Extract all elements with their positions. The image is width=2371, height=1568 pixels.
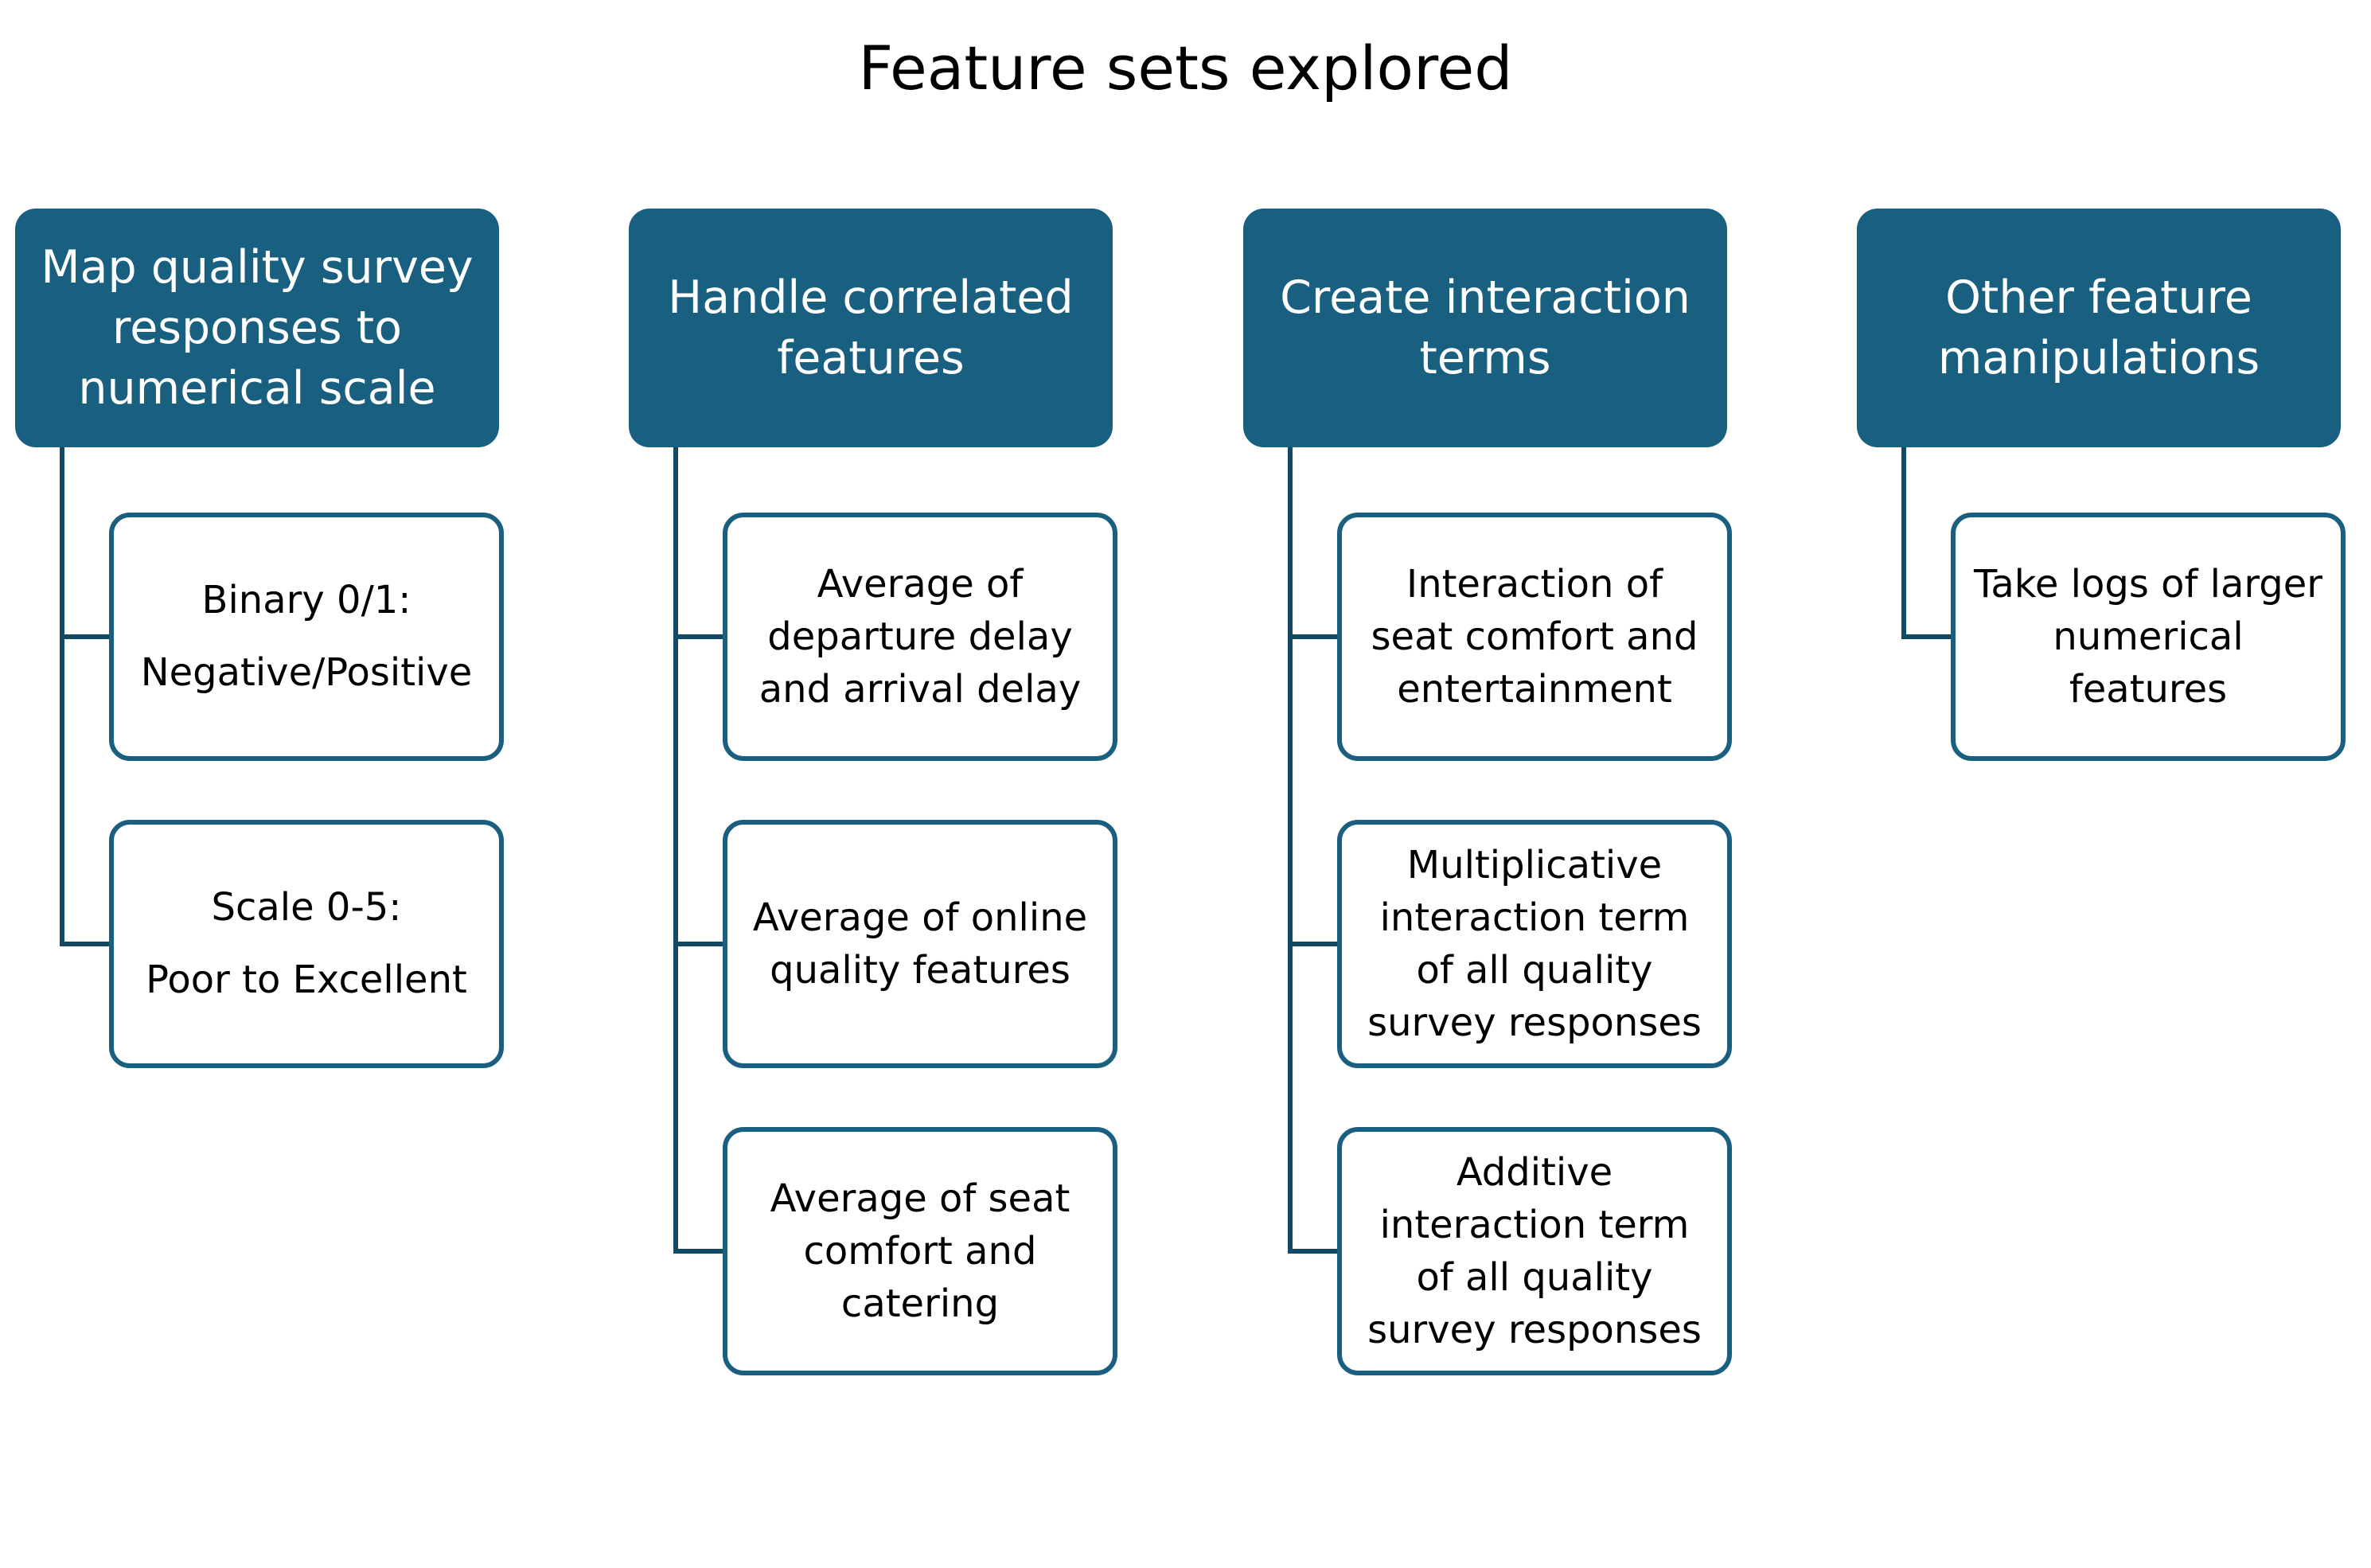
connector-trunk bbox=[1288, 447, 1293, 1254]
category-header: Other feature manipulations bbox=[1857, 209, 2341, 447]
feature-item-box: Average of seat comfort and catering bbox=[723, 1127, 1117, 1375]
feature-item-box: Take logs of larger numerical features bbox=[1951, 513, 2346, 761]
category-header: Create interaction terms bbox=[1243, 209, 1727, 447]
connector-trunk bbox=[1901, 447, 1906, 639]
connector-trunk bbox=[60, 447, 64, 946]
feature-item-box: Interaction of seat comfort and entertai… bbox=[1337, 513, 1732, 761]
connector-branch bbox=[673, 634, 723, 639]
connector-branch bbox=[60, 942, 109, 946]
connector-branch bbox=[1288, 634, 1337, 639]
category-header: Handle correlated features bbox=[629, 209, 1113, 447]
connector-branch bbox=[673, 942, 723, 946]
feature-item-box: Average of online quality features bbox=[723, 820, 1117, 1068]
feature-item-box: Binary 0/1: Negative/Positive bbox=[109, 513, 504, 761]
connector-trunk bbox=[673, 447, 678, 1254]
connector-branch bbox=[1901, 634, 1951, 639]
connector-branch bbox=[1288, 1249, 1337, 1254]
category-header: Map quality survey responses to numerica… bbox=[15, 209, 499, 447]
feature-item-box: Multiplicative interaction term of all q… bbox=[1337, 820, 1732, 1068]
connector-branch bbox=[60, 634, 109, 639]
feature-item-box: Scale 0-5: Poor to Excellent bbox=[109, 820, 504, 1068]
diagram-title: Feature sets explored bbox=[858, 33, 1513, 103]
feature-item-box: Additive interaction term of all quality… bbox=[1337, 1127, 1732, 1375]
connector-branch bbox=[673, 1249, 723, 1254]
feature-item-box: Average of departure delay and arrival d… bbox=[723, 513, 1117, 761]
connector-branch bbox=[1288, 942, 1337, 946]
